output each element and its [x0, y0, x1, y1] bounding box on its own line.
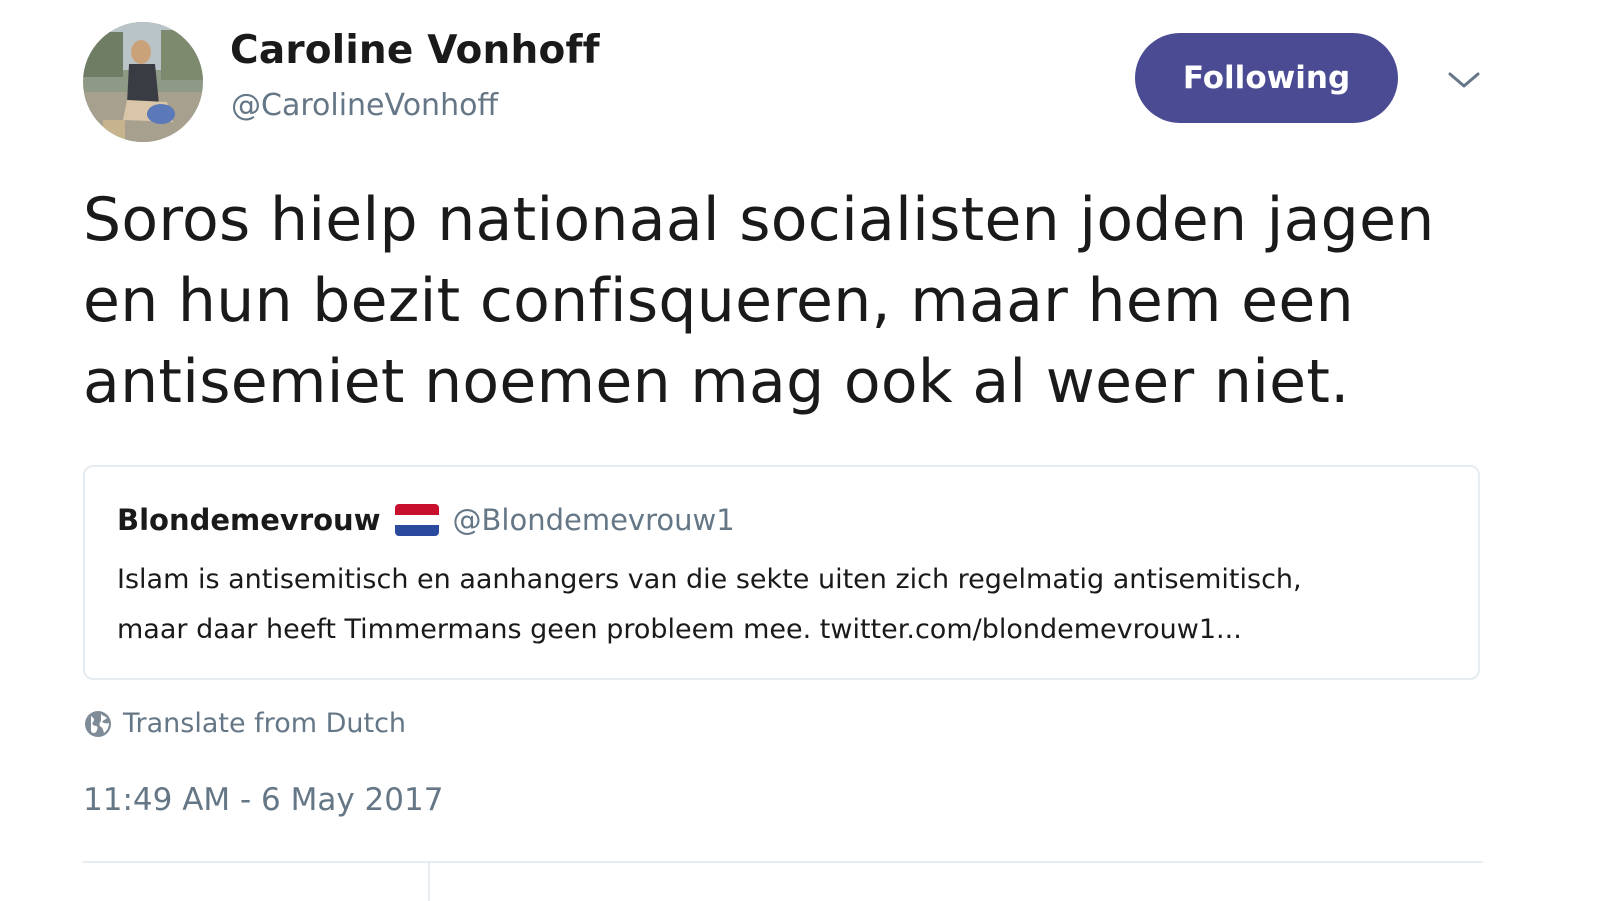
tweet-text-line: antisemiet noemen mag ook al weer niet.: [83, 347, 1350, 417]
translate-label: Translate from Dutch: [123, 708, 407, 739]
author-screen-name[interactable]: @CarolineVonhoff: [231, 88, 498, 123]
tweet-container: Caroline Vonhoff @CarolineVonhoff Follow…: [0, 0, 1600, 901]
avatar[interactable]: [83, 22, 203, 142]
user-photo-avatar: [83, 22, 203, 142]
tweet-timestamp[interactable]: 11:49 AM - 6 May 2017: [83, 782, 443, 818]
netherlands-flag-icon: [394, 504, 439, 536]
quoted-tweet-text-line: Islam is antisemitisch en aanhangers van…: [117, 564, 1302, 595]
tweet-text-line: en hun bezit confisqueren, maar hem een: [83, 266, 1354, 336]
following-button[interactable]: Following: [1135, 33, 1398, 123]
quoted-tweet-text-line: maar daar heeft Timmermans geen probleem…: [117, 614, 1242, 645]
tweet-menu-button[interactable]: [1444, 62, 1484, 98]
quoted-author-screen-name: @Blondemevrouw1: [452, 503, 735, 537]
quoted-tweet-text: Islam is antisemitisch en aanhangers van…: [117, 555, 1302, 655]
stats-divider: [428, 863, 430, 901]
globe-icon: [83, 709, 113, 739]
quoted-tweet-card[interactable]: Blondemevrouw @Blondemevrouw1 Islam is a…: [83, 465, 1480, 680]
chevron-down-icon: [1448, 72, 1480, 88]
quoted-tweet-header: Blondemevrouw @Blondemevrouw1: [117, 503, 735, 537]
divider: [83, 861, 1483, 863]
author-display-name[interactable]: Caroline Vonhoff: [230, 28, 600, 73]
quoted-author-name: Blondemevrouw: [117, 503, 381, 537]
tweet-text-line: Soros hielp nationaal socialisten joden …: [83, 185, 1435, 255]
tweet-text: Soros hielp nationaal socialisten joden …: [83, 180, 1503, 423]
translate-link[interactable]: Translate from Dutch: [83, 708, 406, 739]
